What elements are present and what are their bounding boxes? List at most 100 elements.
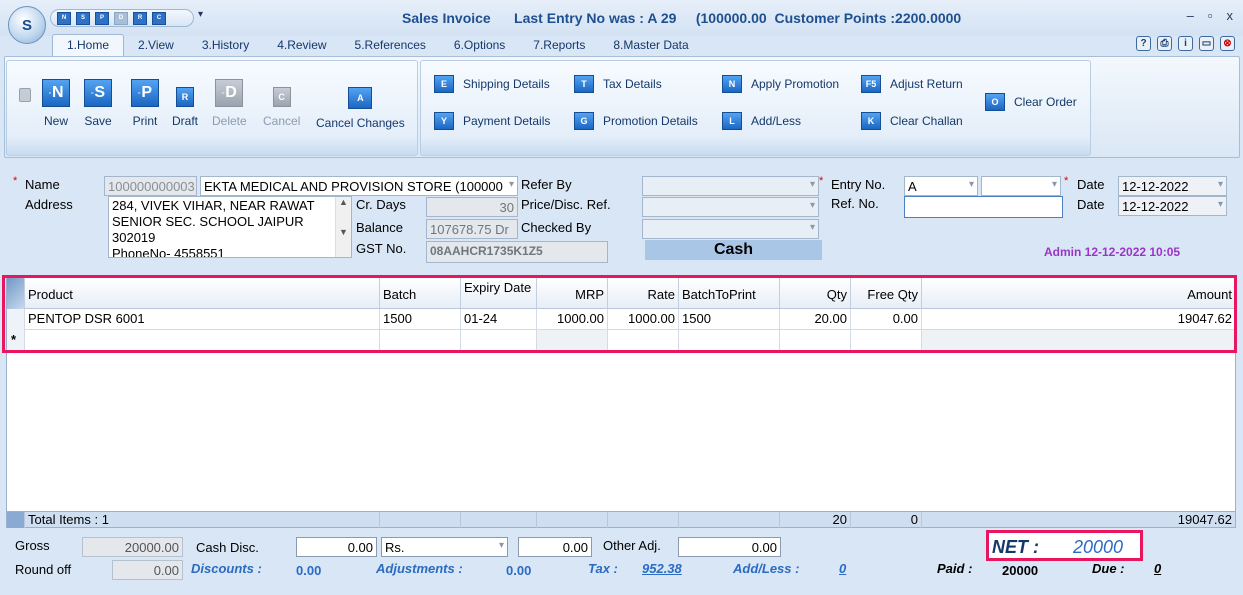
- tax-details-button[interactable]: T Tax Details: [574, 75, 662, 93]
- cell-product[interactable]: [25, 330, 380, 351]
- cell-amount[interactable]: [922, 330, 1235, 351]
- new-button[interactable]: ▫ N New: [42, 79, 70, 128]
- delete-icon: ▫ D: [215, 79, 244, 107]
- table-row[interactable]: PENTOP DSR 6001 1500 01-24 1000.00 1000.…: [7, 309, 1235, 330]
- col-batch-to-print[interactable]: BatchToPrint: [679, 277, 780, 309]
- payment-mode-cash[interactable]: Cash: [645, 240, 822, 260]
- cell-qty[interactable]: 20.00: [780, 309, 851, 330]
- adjust-return-icon: F5: [861, 75, 881, 93]
- tab-history[interactable]: 3.History: [188, 34, 263, 56]
- due-value[interactable]: 0: [1154, 561, 1161, 576]
- minimize-button[interactable]: –: [1187, 8, 1194, 23]
- qat-new-icon[interactable]: N: [57, 11, 71, 25]
- cell-free-qty[interactable]: [851, 330, 922, 351]
- cell-batch[interactable]: [380, 330, 461, 351]
- payment-details-button[interactable]: Y Payment Details: [434, 112, 550, 130]
- tab-options[interactable]: 6.Options: [440, 34, 519, 56]
- draft-button[interactable]: R Draft: [172, 79, 198, 128]
- col-rate[interactable]: Rate: [608, 277, 679, 309]
- clear-order-button[interactable]: O Clear Order: [985, 93, 1077, 111]
- col-expiry-date[interactable]: Expiry Date: [461, 277, 537, 309]
- qat-print-icon[interactable]: P: [95, 11, 109, 25]
- tab-view[interactable]: 2.View: [124, 34, 188, 56]
- qat-save-icon[interactable]: S: [76, 11, 90, 25]
- col-product[interactable]: Product: [25, 277, 380, 309]
- grid-corner[interactable]: [7, 277, 25, 309]
- qat-customize-icon[interactable]: ▾: [198, 9, 203, 20]
- cash-disc-input[interactable]: 0.00: [296, 537, 377, 557]
- help-icon[interactable]: ?: [1136, 36, 1151, 51]
- cell-expiry[interactable]: [461, 330, 537, 351]
- entry-no-combo[interactable]: [981, 176, 1061, 196]
- footer-amount: 19047.62: [1177, 512, 1232, 527]
- tab-references[interactable]: 5.References: [341, 34, 440, 56]
- ref-date-picker[interactable]: 12-12-2022: [1118, 196, 1227, 216]
- tax-link[interactable]: 952.38: [642, 561, 682, 576]
- cash-disc-amount-input[interactable]: 0.00: [518, 537, 592, 557]
- price-disc-ref-combo[interactable]: [642, 197, 819, 217]
- tab-icon-group: ? ⎙ i ▭ ⊗: [1136, 36, 1235, 51]
- tab-home[interactable]: 1.Home: [52, 34, 125, 56]
- print-icon[interactable]: ⎙: [1157, 36, 1172, 51]
- col-qty[interactable]: Qty: [780, 277, 851, 309]
- footer-rate: [608, 512, 679, 528]
- exit-icon[interactable]: ⊗: [1220, 36, 1235, 51]
- promotion-details-button[interactable]: G Promotion Details: [574, 112, 698, 130]
- footer-qty: 20: [780, 512, 851, 528]
- address-scrollbar[interactable]: ▲ ▼: [335, 197, 351, 257]
- info-icon[interactable]: i: [1178, 36, 1193, 51]
- row-selector[interactable]: [7, 309, 25, 330]
- new-row[interactable]: *: [7, 330, 1235, 351]
- add-less-button[interactable]: L Add/Less: [722, 112, 801, 130]
- checked-by-combo[interactable]: [642, 219, 819, 239]
- cell-mrp[interactable]: 1000.00: [537, 309, 608, 330]
- cell-expiry[interactable]: 01-24: [461, 309, 537, 330]
- cell-batch-to-print[interactable]: [679, 330, 780, 351]
- col-batch[interactable]: Batch: [380, 277, 461, 309]
- cell-batch-to-print[interactable]: 1500: [679, 309, 780, 330]
- entry-date-picker[interactable]: 12-12-2022: [1118, 176, 1227, 196]
- cell-rate[interactable]: 1000.00: [608, 309, 679, 330]
- cell-product[interactable]: PENTOP DSR 6001: [25, 309, 380, 330]
- clear-challan-button[interactable]: K Clear Challan: [861, 112, 963, 130]
- print-button[interactable]: ▫ P Print: [131, 79, 159, 128]
- entry-series-combo[interactable]: A: [904, 176, 978, 196]
- add-less-icon: L: [722, 112, 742, 130]
- tab-master-data[interactable]: 8.Master Data: [599, 34, 702, 56]
- col-free-qty[interactable]: Free Qty: [851, 277, 922, 309]
- grid-header: Product Batch Expiry Date MRP Rate Batch…: [7, 277, 1235, 309]
- gross-label: Gross: [15, 538, 50, 553]
- address-label: Address: [25, 197, 73, 212]
- cell-mrp[interactable]: [537, 330, 608, 351]
- cell-batch[interactable]: 1500: [380, 309, 461, 330]
- cancel-changes-button[interactable]: A Cancel Changes: [316, 79, 405, 130]
- customer-code-field[interactable]: 100000000003: [104, 176, 197, 196]
- tab-reports[interactable]: 7.Reports: [519, 34, 599, 56]
- cell-amount[interactable]: 19047.62: [922, 309, 1235, 330]
- col-amount[interactable]: Amount: [922, 277, 1235, 309]
- adjust-return-button[interactable]: F5 Adjust Return: [861, 75, 963, 93]
- shipping-details-button[interactable]: E Shipping Details: [434, 75, 550, 93]
- ribbon-group-details: E Shipping Details Y Payment Details T T…: [420, 60, 1091, 156]
- app-logo-icon: S: [21, 16, 32, 34]
- window-icon[interactable]: ▭: [1199, 36, 1214, 51]
- app-menu-button[interactable]: S: [8, 6, 46, 44]
- refer-by-combo[interactable]: [642, 176, 819, 196]
- apply-promotion-button[interactable]: N Apply Promotion: [722, 75, 839, 93]
- maximize-button[interactable]: ▫: [1208, 8, 1213, 23]
- col-mrp[interactable]: MRP: [537, 277, 608, 309]
- cell-rate[interactable]: [608, 330, 679, 351]
- tab-review[interactable]: 4.Review: [263, 34, 340, 56]
- close-button[interactable]: x: [1227, 8, 1234, 23]
- cell-free-qty[interactable]: 0.00: [851, 309, 922, 330]
- cell-qty[interactable]: [780, 330, 851, 351]
- add-less-total-link[interactable]: 0: [839, 561, 846, 576]
- cash-disc-unit-combo[interactable]: Rs.: [381, 537, 508, 557]
- ref-no-input[interactable]: [904, 196, 1063, 218]
- save-button[interactable]: ▫ S Save: [84, 79, 112, 128]
- customer-name-combo[interactable]: EKTA MEDICAL AND PROVISION STORE (100000: [200, 176, 518, 196]
- qat-draft-icon[interactable]: R: [133, 11, 147, 25]
- other-adj-input[interactable]: 0.00: [678, 537, 781, 557]
- qat-cancel-icon[interactable]: C: [152, 11, 166, 25]
- address-textarea[interactable]: 284, VIVEK VIHAR, NEAR RAWAT SENIOR SEC.…: [108, 196, 352, 258]
